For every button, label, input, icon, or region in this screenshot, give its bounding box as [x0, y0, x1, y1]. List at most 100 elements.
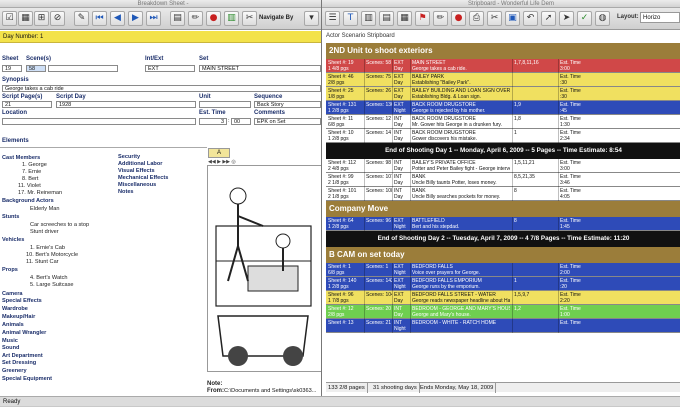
- cast-item[interactable]: 11. Violet: [18, 183, 41, 189]
- day-break-strip[interactable]: End of Shooting Day 1 -- Monday, April 6…: [326, 143, 680, 159]
- strip-row[interactable]: Sheet #: 13 Scenes: 21 INT Night BEDROOM - W…: [326, 319, 680, 333]
- sequence-field[interactable]: Back Story: [254, 101, 321, 108]
- strip-banner[interactable]: B CAM on set today: [326, 247, 680, 263]
- report-icon[interactable]: ▥: [224, 11, 239, 26]
- strip-row[interactable]: Sheet #: 12 2/8 pgs Scenes: 20 INT Day BEDROO…: [326, 305, 680, 319]
- vehicle-item[interactable]: 1. Ernie's Cab: [30, 245, 65, 251]
- special-effects-link[interactable]: Special Effects: [2, 298, 42, 304]
- strip-banner[interactable]: 2ND Unit to shoot exteriors: [326, 43, 680, 59]
- miscellaneous-link[interactable]: Miscellaneous: [118, 182, 156, 188]
- visual-effects-link[interactable]: Visual Effects: [118, 168, 155, 174]
- background-actors-link[interactable]: Background Actors: [2, 198, 54, 204]
- strip-row[interactable]: Sheet #: 96 1 7/8 pgs Scenes: 104 EXT Day BED…: [326, 291, 680, 305]
- print-icon[interactable]: ⎙: [469, 11, 484, 26]
- pencil-icon[interactable]: ✏: [188, 11, 203, 26]
- animal-wrangler-link[interactable]: Animal Wrangler: [2, 330, 46, 336]
- scenes-field[interactable]: 58: [26, 65, 46, 72]
- new-sheet-icon[interactable]: ⊞: [34, 11, 49, 26]
- additional-labor-link[interactable]: Additional Labor: [118, 161, 162, 167]
- strip-row[interactable]: Sheet #: 101 2 1/8 pgs Scenes: 108 INT Day BA…: [326, 187, 680, 201]
- vehicle-item[interactable]: 11. Stunt Car: [26, 259, 59, 265]
- stunt-item[interactable]: Car screeches to a stop: [30, 222, 89, 228]
- background-item[interactable]: Elderly Man: [30, 206, 60, 212]
- last-record-icon[interactable]: ⏭: [146, 11, 161, 26]
- strip-row[interactable]: Sheet #: 19 1 4/8 pgs Scenes: 58 EXT Day MAIN…: [326, 59, 680, 73]
- stunts-link[interactable]: Stunts: [2, 214, 19, 220]
- sheet-field[interactable]: 19: [2, 65, 22, 72]
- vehicles-link[interactable]: Vehicles: [2, 237, 24, 243]
- security-link[interactable]: Security: [118, 154, 140, 160]
- report-icon[interactable]: ✓: [577, 11, 592, 26]
- set-field[interactable]: MAIN STREET: [199, 65, 321, 72]
- synopsis-field[interactable]: George takes a cab ride: [2, 85, 321, 92]
- int-ext-select[interactable]: EXT: [145, 65, 195, 72]
- art-department-link[interactable]: Art Department: [2, 353, 43, 359]
- strip-row[interactable]: Sheet #: 11 6/8 pgs Scenes: 12 INT Day BACK R…: [326, 115, 680, 129]
- scenes-extra-field[interactable]: [48, 65, 118, 72]
- next-icon[interactable]: ➤: [559, 11, 574, 26]
- cast-item[interactable]: 17. Mr. Reineman: [18, 190, 62, 196]
- delete-icon[interactable]: ⊘: [50, 11, 65, 26]
- text-icon[interactable]: T: [343, 11, 358, 26]
- sound-link[interactable]: Sound: [2, 345, 19, 351]
- est-time-minutes[interactable]: 00: [231, 118, 251, 125]
- navigate-by-dropdown[interactable]: ▾: [304, 11, 319, 26]
- est-time-hours[interactable]: 3: [199, 118, 227, 125]
- animals-link[interactable]: Animals: [2, 322, 24, 328]
- strip-row[interactable]: Sheet #: 64 1 2/8 pgs Scenes: 96 EXT Night BA…: [326, 217, 680, 231]
- prev-record-icon[interactable]: ◀: [110, 11, 125, 26]
- strip-row[interactable]: Sheet #: 25 1/8 pgs Scenes: 26 EXT Day BAILEY…: [326, 87, 680, 101]
- image-badge[interactable]: A: [208, 148, 230, 158]
- checklist-icon[interactable]: ☰: [325, 11, 340, 26]
- strip-row[interactable]: Sheet #: 99 2 1/8 pgs Scenes: 107 INT Day BAN…: [326, 173, 680, 187]
- special-equipment-link[interactable]: Special Equipment: [2, 376, 52, 382]
- notes-link[interactable]: Notes: [118, 189, 134, 195]
- cast-item[interactable]: 7. Ernie: [22, 169, 41, 175]
- first-record-icon[interactable]: ⏮: [92, 11, 107, 26]
- prop-item[interactable]: 5. Large Suitcase: [30, 282, 74, 288]
- cast-item[interactable]: 1. George: [22, 162, 47, 168]
- strip-row[interactable]: Sheet #: 140 1 2/8 pgs Scenes: 142 EXT Night…: [326, 277, 680, 291]
- day-break-strip[interactable]: End of Shooting Day 2 -- Tuesday, April …: [326, 231, 680, 247]
- grid-icon[interactable]: ▦: [18, 11, 33, 26]
- arrow-icon[interactable]: ➚: [541, 11, 556, 26]
- music-link[interactable]: Music: [2, 338, 18, 344]
- undo-icon[interactable]: ↶: [523, 11, 538, 26]
- wardrobe-link[interactable]: Wardrobe: [2, 306, 28, 312]
- strip-row[interactable]: Sheet #: 131 1 2/8 pgs Scenes: 136 EXT Night…: [326, 101, 680, 115]
- prop-item[interactable]: 4. Bert's Watch: [30, 275, 68, 281]
- greenery-link[interactable]: Greenery: [2, 368, 27, 374]
- props-link[interactable]: Props: [2, 267, 18, 273]
- location-field[interactable]: [2, 118, 196, 125]
- strip-row[interactable]: Sheet #: 10 1 2/8 pgs Scenes: 14 INT Day BACK…: [326, 129, 680, 143]
- cast-item[interactable]: 8. Bert: [22, 176, 38, 182]
- stack-icon[interactable]: ▤: [379, 11, 394, 26]
- mechanical-effects-link[interactable]: Mechanical Effects: [118, 175, 168, 181]
- script-day-field[interactable]: 1928: [56, 101, 196, 108]
- globe-icon[interactable]: ◍: [595, 11, 610, 26]
- stunt-item[interactable]: Stunt driver: [30, 229, 59, 235]
- checklist-icon[interactable]: ☑: [2, 11, 17, 26]
- tools-icon[interactable]: ✂: [487, 11, 502, 26]
- flag-icon[interactable]: ⚑: [415, 11, 430, 26]
- columns-icon[interactable]: ▥: [361, 11, 376, 26]
- pencil-icon[interactable]: ✏: [433, 11, 448, 26]
- vehicle-item[interactable]: 10. Bert's Motorcycle: [26, 252, 78, 258]
- camera-link[interactable]: Camera: [2, 291, 23, 297]
- strip-row[interactable]: Sheet #: 112 2 4/8 pgs Scenes: 98 INT Day BAI…: [326, 159, 680, 173]
- calendar-icon[interactable]: ▣: [505, 11, 520, 26]
- set-dressing-link[interactable]: Set Dressing: [2, 360, 36, 366]
- strip-row[interactable]: Sheet #: 1 6/8 pgs Scenes: 1 EXT Night BEDFOR…: [326, 263, 680, 277]
- tools-icon[interactable]: ✂: [242, 11, 257, 26]
- print-icon[interactable]: ▤: [170, 11, 185, 26]
- layout-select[interactable]: Horizo: [640, 12, 680, 23]
- cast-members-link[interactable]: Cast Members: [2, 155, 40, 161]
- unit-field[interactable]: [199, 101, 251, 108]
- list-icon[interactable]: ▦: [397, 11, 412, 26]
- note-icon[interactable]: ✎: [74, 11, 89, 26]
- comments-field[interactable]: EPK on Set: [254, 118, 321, 125]
- makeup-hair-link[interactable]: Makeup/Hair: [2, 314, 35, 320]
- script-pages-field[interactable]: 21: [2, 101, 52, 108]
- tag-icon[interactable]: ●: [206, 11, 221, 26]
- next-record-icon[interactable]: ▶: [128, 11, 143, 26]
